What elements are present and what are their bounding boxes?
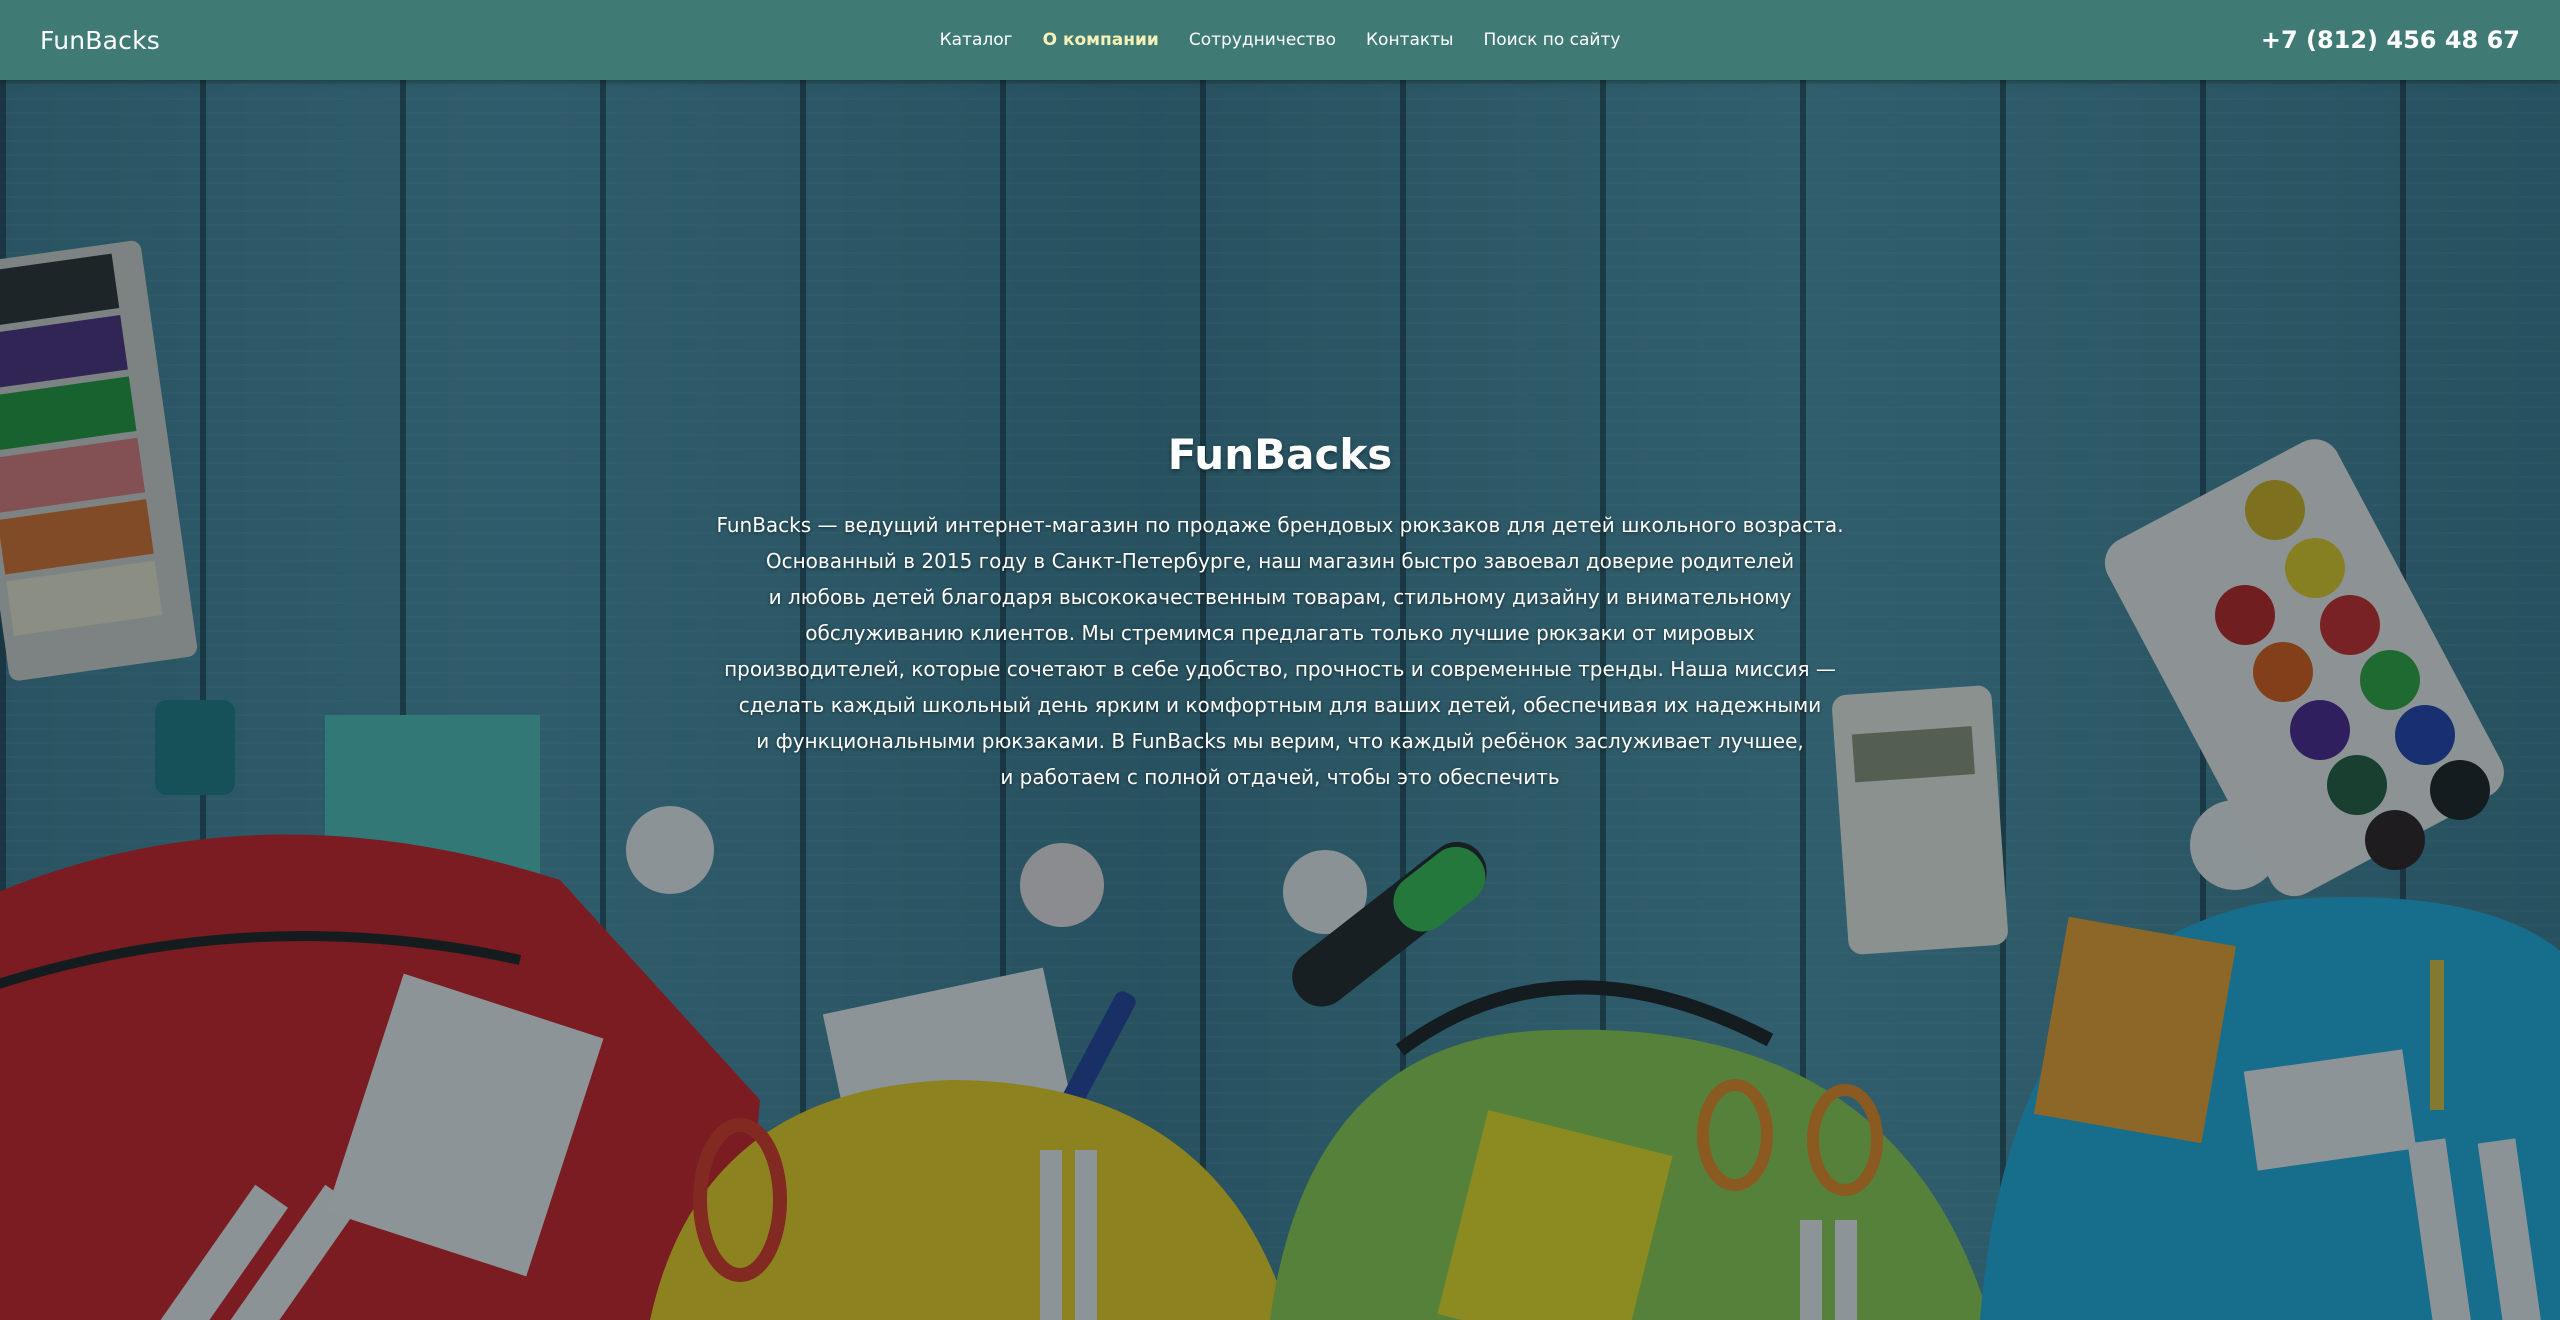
phone-number-link[interactable]: +7 (812) 456 48 67: [2261, 26, 2520, 54]
nav-item-site-search[interactable]: Поиск по сайту: [1483, 30, 1620, 50]
about-title: FunBacks: [1167, 430, 1393, 479]
nav-item-about[interactable]: О компании: [1043, 30, 1159, 50]
about-text-line: и функциональными рюкзаками. В FunBacks …: [756, 729, 1804, 753]
site-logo[interactable]: FunBacks: [40, 26, 160, 55]
nav-item-catalog[interactable]: Каталог: [940, 30, 1013, 50]
about-text-line: обслуживанию клиентов. Мы стремимся пред…: [805, 621, 1755, 645]
about-text-line: Основанный в 2015 году в Санкт-Петербург…: [765, 549, 1795, 573]
about-text-line: и работаем с полной отдачей, чтобы это о…: [1000, 765, 1560, 789]
nav-item-cooperation[interactable]: Сотрудничество: [1189, 30, 1336, 50]
about-text-line: производителей, которые сочетают в себе …: [724, 657, 1836, 681]
page: FunBacks Каталог О компании Сотрудничест…: [0, 0, 2560, 1320]
about-text-line: и любовь детей благодаря высококачествен…: [768, 585, 1792, 609]
nav-item-contacts[interactable]: Контакты: [1366, 30, 1454, 50]
site-header: FunBacks Каталог О компании Сотрудничест…: [0, 0, 2560, 80]
about-section: FunBacks FunBacks — ведущий интернет-маг…: [0, 430, 2560, 795]
about-text-line: FunBacks — ведущий интернет-магазин по п…: [716, 513, 1844, 537]
main-nav: Каталог О компании Сотрудничество Контак…: [0, 0, 2560, 80]
about-description: FunBacks — ведущий интернет-магазин по п…: [0, 507, 2560, 795]
about-text-line: сделать каждый школьный день ярким и ком…: [738, 693, 1822, 717]
